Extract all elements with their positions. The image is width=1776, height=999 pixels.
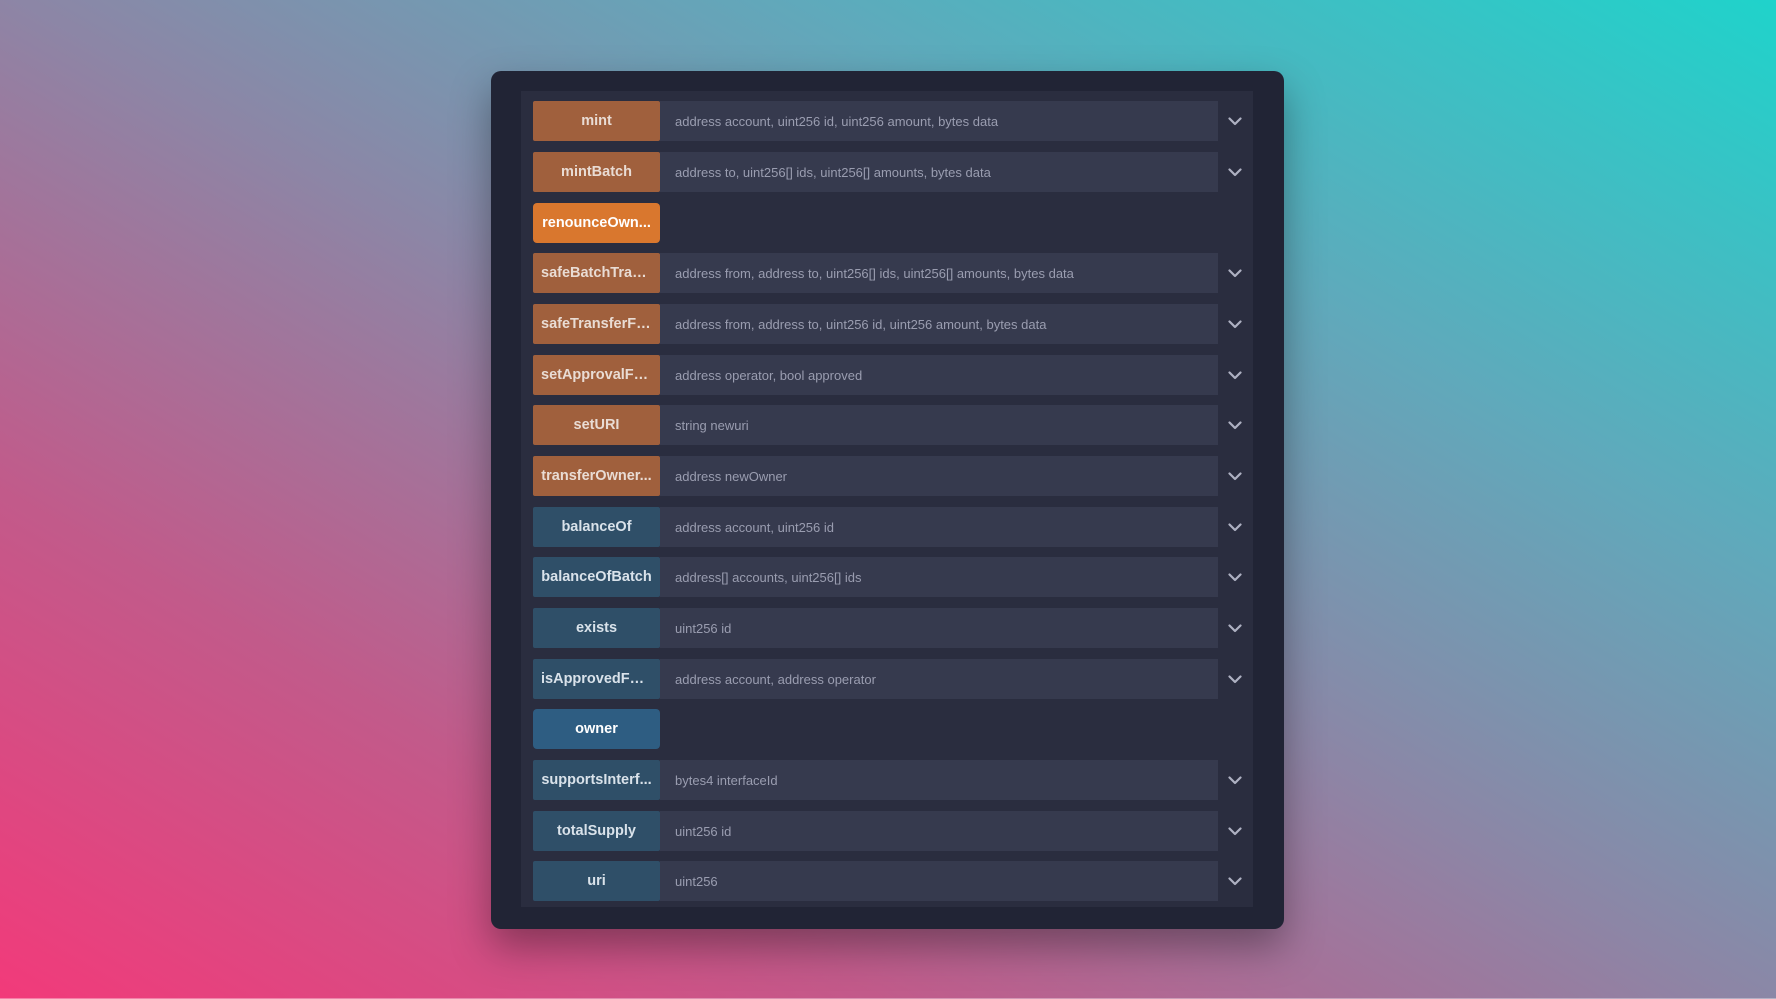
mintBatch-params-input[interactable] [660,152,1218,192]
mint-params-input[interactable] [660,101,1218,141]
safeBatchTransferFrom-button[interactable]: safeBatchTran... [533,253,660,293]
function-row-supportsInterface: supportsInterf... [533,760,1242,800]
chevron-down-icon[interactable] [1225,567,1245,587]
function-row-isApprovedForAll: isApprovedFor... [533,659,1242,699]
function-row-totalSupply: totalSupply [533,811,1242,851]
setURI-button[interactable]: setURI [533,405,660,445]
exists-params-input[interactable] [660,608,1218,648]
chevron-down-icon[interactable] [1225,618,1245,638]
balanceOf-params-input[interactable] [660,507,1218,547]
chevron-down-icon[interactable] [1225,314,1245,334]
exists-button[interactable]: exists [533,608,660,648]
function-row-safeTransferFrom: safeTransferFr... [533,304,1242,344]
uri-button[interactable]: uri [533,861,660,901]
chevron-down-icon[interactable] [1225,466,1245,486]
chevron-down-icon[interactable] [1225,162,1245,182]
chevron-down-icon[interactable] [1225,263,1245,283]
renounceOwnership-button[interactable]: renounceOwn... [533,203,660,243]
functions-list: mint mintBatch renounceOwn... safeBatchT… [521,91,1253,907]
function-row-renounceOwnership: renounceOwn... [533,203,1242,243]
function-row-transferOwnership: transferOwner... [533,456,1242,496]
safeTransferFrom-button[interactable]: safeTransferFr... [533,304,660,344]
function-row-balanceOfBatch: balanceOfBatch [533,557,1242,597]
contract-functions-panel: mint mintBatch renounceOwn... safeBatchT… [491,71,1284,929]
function-row-owner: owner [533,709,1242,749]
function-row-mintBatch: mintBatch [533,152,1242,192]
function-row-balanceOf: balanceOf [533,507,1242,547]
function-row-safeBatchTransferFrom: safeBatchTran... [533,253,1242,293]
chevron-down-icon[interactable] [1225,517,1245,537]
isApprovedForAll-params-input[interactable] [660,659,1218,699]
transferOwnership-params-input[interactable] [660,456,1218,496]
balanceOfBatch-button[interactable]: balanceOfBatch [533,557,660,597]
balanceOfBatch-params-input[interactable] [660,557,1218,597]
function-row-uri: uri [533,861,1242,901]
setApprovalForAll-button[interactable]: setApprovalFo... [533,355,660,395]
chevron-down-icon[interactable] [1225,821,1245,841]
isApprovedForAll-button[interactable]: isApprovedFor... [533,659,660,699]
function-row-mint: mint [533,101,1242,141]
setApprovalForAll-params-input[interactable] [660,355,1218,395]
chevron-down-icon[interactable] [1225,365,1245,385]
chevron-down-icon[interactable] [1225,669,1245,689]
supportsInterface-params-input[interactable] [660,760,1218,800]
function-row-exists: exists [533,608,1242,648]
totalSupply-params-input[interactable] [660,811,1218,851]
function-row-setApprovalForAll: setApprovalFo... [533,355,1242,395]
supportsInterface-button[interactable]: supportsInterf... [533,760,660,800]
chevron-down-icon[interactable] [1225,415,1245,435]
function-row-setURI: setURI [533,405,1242,445]
balanceOf-button[interactable]: balanceOf [533,507,660,547]
chevron-down-icon[interactable] [1225,871,1245,891]
mintBatch-button[interactable]: mintBatch [533,152,660,192]
safeBatchTransferFrom-params-input[interactable] [660,253,1218,293]
transferOwnership-button[interactable]: transferOwner... [533,456,660,496]
uri-params-input[interactable] [660,861,1218,901]
chevron-down-icon[interactable] [1225,770,1245,790]
owner-button[interactable]: owner [533,709,660,749]
safeTransferFrom-params-input[interactable] [660,304,1218,344]
chevron-down-icon[interactable] [1225,111,1245,131]
setURI-params-input[interactable] [660,405,1218,445]
totalSupply-button[interactable]: totalSupply [533,811,660,851]
mint-button[interactable]: mint [533,101,660,141]
